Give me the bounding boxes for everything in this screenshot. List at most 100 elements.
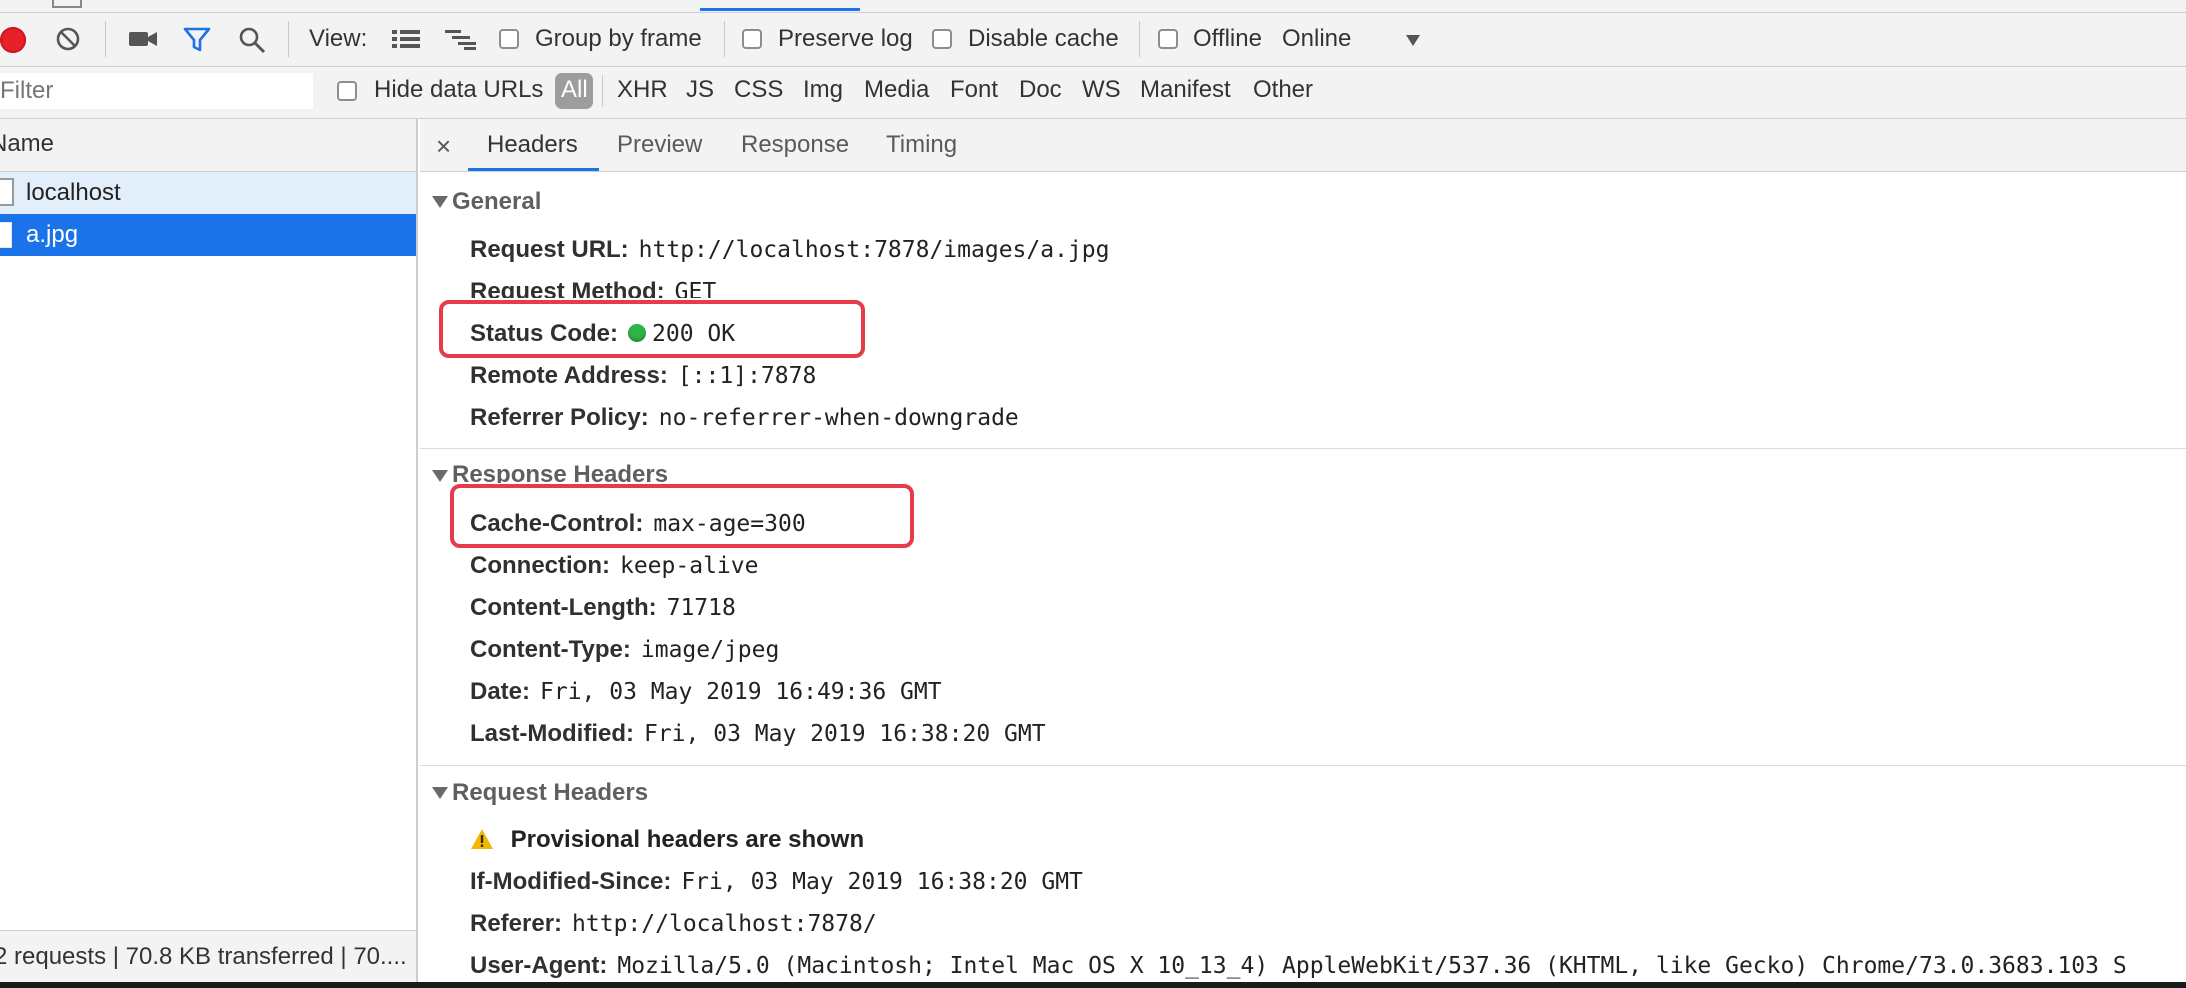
tab-stub bbox=[52, 0, 82, 8]
section-divider bbox=[420, 448, 2186, 449]
document-icon bbox=[0, 178, 14, 206]
preserve-log-label[interactable]: Preserve log bbox=[778, 25, 913, 53]
header-key: Referer: bbox=[470, 910, 563, 937]
group-by-frame-label[interactable]: Group by frame bbox=[535, 25, 702, 53]
header-key: Content-Length: bbox=[470, 594, 657, 621]
header-row: Request Method: GET bbox=[470, 278, 716, 298]
tab-timing[interactable]: Timing bbox=[886, 131, 957, 159]
section-title-request-headers[interactable]: Request Headers bbox=[452, 779, 648, 807]
provisional-warning: Provisional headers are shown bbox=[470, 826, 864, 857]
header-key: Content-Type: bbox=[470, 636, 631, 663]
header-key: Connection: bbox=[470, 552, 610, 579]
warning-icon bbox=[470, 828, 494, 857]
filter-bar: Hide data URLs All XHR JS CSS Img Media … bbox=[0, 67, 2186, 119]
window-top-strip bbox=[0, 0, 2186, 13]
toolbar-divider bbox=[724, 21, 725, 57]
header-value: http://localhost:7878/ bbox=[572, 911, 877, 937]
name-column-header[interactable]: Name bbox=[0, 119, 416, 172]
type-filter-css[interactable]: CSS bbox=[734, 76, 783, 104]
type-filter-img[interactable]: Img bbox=[803, 76, 843, 104]
tab-headers[interactable]: Headers bbox=[487, 131, 578, 159]
type-filter-xhr[interactable]: XHR bbox=[617, 76, 668, 104]
header-value: Fri, 03 May 2019 16:38:20 GMT bbox=[681, 869, 1083, 895]
header-value: Fri, 03 May 2019 16:38:20 GMT bbox=[643, 721, 1046, 747]
header-value: Fri, 03 May 2019 16:49:36 GMT bbox=[540, 679, 942, 705]
type-filter-ws[interactable]: WS bbox=[1082, 76, 1121, 104]
type-filter-font[interactable]: Font bbox=[950, 76, 998, 104]
hide-data-urls-label[interactable]: Hide data URLs bbox=[374, 76, 543, 104]
section-toggle-icon[interactable] bbox=[432, 787, 448, 799]
active-tab-indicator bbox=[700, 8, 860, 11]
header-row: Referer: http://localhost:7878/ bbox=[470, 910, 877, 938]
image-file-icon bbox=[0, 222, 12, 248]
header-row: Last-Modified: Fri, 03 May 2019 16:38:20 … bbox=[470, 720, 1046, 748]
request-row-a-jpg[interactable]: a.jpg bbox=[0, 214, 416, 256]
record-icon[interactable] bbox=[0, 27, 26, 53]
close-icon[interactable]: × bbox=[436, 131, 451, 162]
header-key: Request Method: bbox=[470, 278, 665, 298]
header-row: Connection: keep-alive bbox=[470, 552, 758, 580]
section-title-response-headers[interactable]: Response Headers bbox=[452, 461, 668, 483]
filter-icon[interactable] bbox=[183, 26, 211, 54]
section-toggle-icon[interactable] bbox=[432, 196, 448, 208]
header-key: Remote Address: bbox=[470, 362, 668, 389]
header-row: Content-Type: image/jpeg bbox=[470, 636, 779, 664]
header-row: Content-Length: 71718 bbox=[470, 594, 736, 622]
toolbar-divider bbox=[288, 21, 289, 57]
preserve-log-checkbox[interactable] bbox=[742, 29, 762, 49]
search-icon[interactable] bbox=[238, 26, 266, 54]
type-filter-js[interactable]: JS bbox=[686, 76, 714, 104]
tab-preview[interactable]: Preview bbox=[617, 131, 702, 159]
header-row: If-Modified-Since: Fri, 03 May 2019 16:38… bbox=[470, 868, 1083, 896]
request-row-localhost[interactable]: localhost bbox=[0, 172, 416, 214]
tab-response[interactable]: Response bbox=[741, 131, 849, 159]
type-filter-manifest[interactable]: Manifest bbox=[1140, 76, 1231, 104]
header-value: http://localhost:7878/images/a.jpg bbox=[638, 237, 1110, 263]
offline-checkbox[interactable] bbox=[1158, 29, 1178, 49]
section-toggle-icon[interactable] bbox=[432, 470, 448, 482]
request-name: localhost bbox=[26, 179, 121, 206]
header-value: no-referrer-when-downgrade bbox=[658, 405, 1019, 431]
header-row: Remote Address: [::1]:7878 bbox=[470, 362, 816, 390]
list-view-icon[interactable] bbox=[391, 27, 421, 51]
request-name: a.jpg bbox=[26, 221, 79, 248]
dropdown-arrow-icon[interactable] bbox=[1406, 35, 1420, 46]
toolbar-divider bbox=[1139, 21, 1140, 57]
requests-summary-bar: 2 requests | 70.8 KB transferred | 70...… bbox=[0, 930, 416, 983]
header-key: If-Modified-Since: bbox=[470, 868, 672, 895]
camera-icon[interactable] bbox=[128, 27, 158, 51]
tab-headers-underline bbox=[468, 168, 599, 171]
header-key: Referrer Policy: bbox=[470, 404, 649, 431]
cache-control-highlight bbox=[450, 484, 914, 548]
header-value: image/jpeg bbox=[640, 637, 780, 663]
header-row: Referrer Policy: no-referrer-when-downgra… bbox=[470, 404, 1019, 432]
waterfall-icon[interactable] bbox=[444, 27, 478, 51]
header-value: Mozilla/5.0 (Macintosh; Intel Mac OS X 1… bbox=[617, 953, 2127, 979]
network-toolbar: View: Group by frame Preserve log Disabl… bbox=[0, 13, 2186, 67]
offline-label[interactable]: Offline bbox=[1193, 25, 1262, 53]
status-code-highlight bbox=[439, 300, 865, 358]
header-value: 71718 bbox=[666, 595, 736, 621]
disable-cache-label[interactable]: Disable cache bbox=[968, 25, 1119, 53]
header-key: Date: bbox=[470, 678, 531, 705]
type-filter-all-label[interactable]: All bbox=[561, 76, 588, 104]
header-row: Date: Fri, 03 May 2019 16:49:36 GMT bbox=[470, 678, 942, 706]
header-key: Last-Modified: bbox=[470, 720, 634, 747]
group-by-frame-checkbox[interactable] bbox=[499, 29, 519, 49]
throttle-select[interactable]: Online bbox=[1282, 25, 1351, 53]
disable-cache-checkbox[interactable] bbox=[932, 29, 952, 49]
details-tab-bar: × Headers Preview Response Timing bbox=[420, 119, 2186, 172]
requests-summary: 2 requests | 70.8 KB transferred | 70...… bbox=[0, 943, 407, 970]
section-title-general[interactable]: General bbox=[452, 188, 541, 216]
type-filter-doc[interactable]: Doc bbox=[1019, 76, 1062, 104]
clear-icon[interactable] bbox=[56, 27, 80, 51]
warning-text: Provisional headers are shown bbox=[510, 826, 865, 853]
hide-data-urls-checkbox[interactable] bbox=[337, 81, 357, 101]
filter-divider bbox=[602, 75, 603, 107]
filter-input[interactable] bbox=[0, 73, 313, 109]
header-value: [::1]:7878 bbox=[677, 363, 817, 389]
type-filter-other[interactable]: Other bbox=[1253, 76, 1313, 104]
section-divider bbox=[420, 765, 2186, 766]
header-key: User-Agent: bbox=[470, 952, 608, 979]
type-filter-media[interactable]: Media bbox=[864, 76, 929, 104]
